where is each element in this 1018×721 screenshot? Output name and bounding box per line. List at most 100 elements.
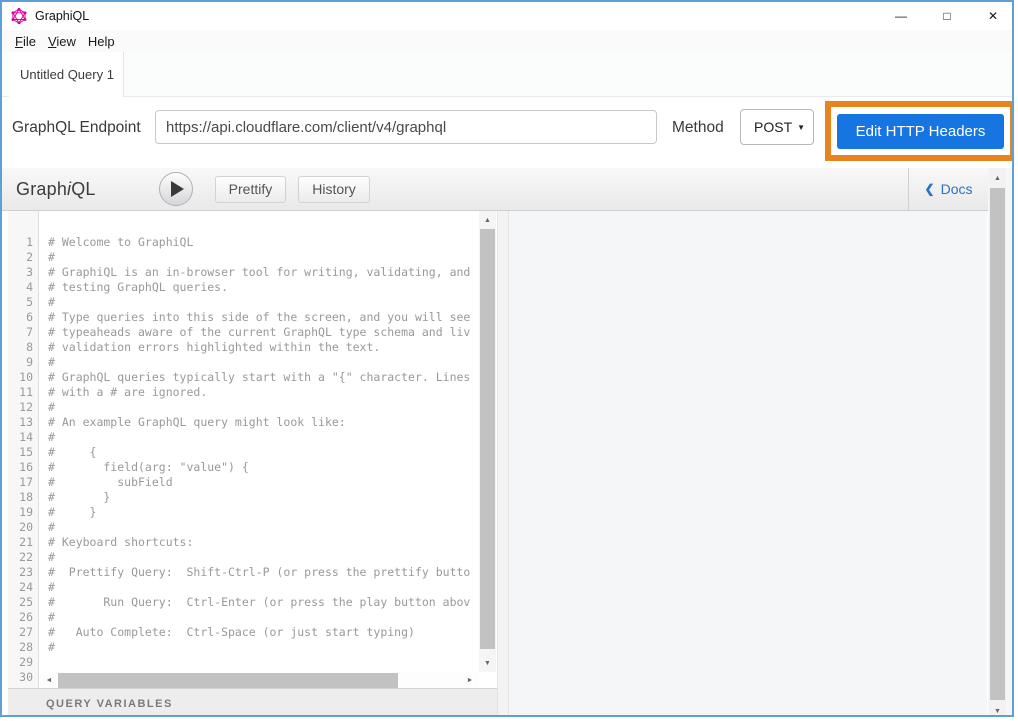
scroll-up-icon[interactable]: ▲ (989, 171, 1006, 185)
scroll-up-icon[interactable]: ▲ (479, 213, 496, 227)
code-line[interactable]: # An example GraphQL query might look li… (40, 415, 479, 430)
line-number: 25 (8, 595, 38, 610)
scroll-down-icon[interactable]: ▼ (479, 656, 496, 670)
line-number: 1 (8, 235, 38, 250)
code-line[interactable]: # typeaheads aware of the current GraphQ… (40, 325, 479, 340)
logo-part1: Graph (16, 179, 67, 199)
code-line[interactable]: # with a # are ignored. (40, 385, 479, 400)
query-variables-title: QUERY VARIABLES (46, 698, 173, 710)
code-line[interactable]: # (40, 400, 479, 415)
execute-query-button[interactable] (159, 172, 193, 206)
line-number: 13 (8, 415, 38, 430)
code-line[interactable]: # Prettify Query: Shift-Ctrl-P (or press… (40, 565, 479, 580)
code-line[interactable]: # testing GraphQL queries. (40, 280, 479, 295)
code-line[interactable]: # Run Query: Ctrl-Enter (or press the pl… (40, 595, 479, 610)
app-vertical-scrollbar[interactable]: ▲ ▼ (989, 168, 1006, 717)
menu-item-help[interactable]: Help (82, 32, 121, 51)
line-number: 7 (8, 325, 38, 340)
line-number: 19 (8, 505, 38, 520)
line-number: 14 (8, 430, 38, 445)
line-number: 20 (8, 520, 38, 535)
code-line[interactable]: # (40, 520, 479, 535)
line-number: 12 (8, 400, 38, 415)
code-line[interactable]: # } (40, 505, 479, 520)
docs-toggle[interactable]: ❮ Docs (908, 168, 988, 210)
line-number: 6 (8, 310, 38, 325)
query-variables-bar[interactable]: QUERY VARIABLES (8, 688, 497, 717)
editor-horizontal-scrollbar[interactable]: ◄ ► (40, 672, 479, 689)
code-line[interactable]: # (40, 640, 479, 655)
code-line[interactable]: # GraphQL queries typically start with a… (40, 370, 479, 385)
graphql-logo-icon (11, 8, 27, 24)
editor-vertical-scrollbar[interactable]: ▲ ▼ (479, 211, 496, 672)
line-number: 29 (8, 655, 38, 670)
scroll-left-icon[interactable]: ◄ (42, 672, 56, 689)
method-value: POST (754, 119, 792, 135)
line-number: 28 (8, 640, 38, 655)
menu-item-file[interactable]: File (9, 32, 42, 51)
edit-http-headers-button[interactable]: Edit HTTP Headers (837, 114, 1004, 149)
tab-bar: Untitled Query 1 (2, 52, 1014, 97)
code-line[interactable]: # Auto Complete: Ctrl-Space (or just sta… (40, 625, 479, 640)
code-line[interactable]: # GraphiQL is an in-browser tool for wri… (40, 265, 479, 280)
code-line[interactable]: # Welcome to GraphiQL (40, 235, 479, 250)
minimize-icon[interactable]: — (878, 2, 924, 30)
window-controls: — □ ✕ (878, 2, 1014, 30)
close-icon[interactable]: ✕ (970, 2, 1014, 30)
prettify-button[interactable]: Prettify (215, 176, 287, 203)
method-select[interactable]: POST ▼ (740, 109, 814, 145)
code-line[interactable]: # (40, 250, 479, 265)
code-line[interactable]: # } (40, 490, 479, 505)
code-line[interactable]: # (40, 580, 479, 595)
menu-view-rest: iew (56, 34, 76, 49)
code-line[interactable]: # Keyboard shortcuts: (40, 535, 479, 550)
endpoint-input[interactable] (155, 110, 657, 144)
line-number: 22 (8, 550, 38, 565)
title-bar: GraphiQL — □ ✕ (2, 2, 1014, 30)
line-number: 5 (8, 295, 38, 310)
code-line[interactable]: # (40, 610, 479, 625)
logo-part3: QL (71, 179, 95, 199)
menu-bar: File View Help (2, 30, 1014, 52)
endpoint-bar: GraphQL Endpoint Method POST ▼ Edit HTTP… (2, 98, 1014, 168)
maximize-icon[interactable]: □ (924, 2, 970, 30)
code-line[interactable]: # validation errors highlighted within t… (40, 340, 479, 355)
code-line[interactable]: # { (40, 445, 479, 460)
line-number: 30 (8, 670, 38, 685)
code-line[interactable]: # (40, 295, 479, 310)
pane-divider[interactable] (497, 211, 509, 717)
line-number: 9 (8, 355, 38, 370)
line-number: 21 (8, 535, 38, 550)
code-line[interactable] (40, 655, 479, 670)
line-number: 2 (8, 250, 38, 265)
graphiql-toolbar: GraphiQL Prettify History ❮ Docs (2, 168, 988, 211)
scroll-down-icon[interactable]: ▼ (989, 704, 1006, 717)
code-line[interactable]: # (40, 355, 479, 370)
editor-vscroll-thumb[interactable] (480, 229, 495, 649)
window-title: GraphiQL (35, 9, 89, 23)
code-line[interactable]: # Type queries into this side of the scr… (40, 310, 479, 325)
code-line[interactable]: # subField (40, 475, 479, 490)
menu-item-view[interactable]: View (42, 32, 82, 51)
editor-hscroll-thumb[interactable] (58, 673, 398, 688)
line-number: 18 (8, 490, 38, 505)
menu-help-rest: Help (88, 34, 115, 49)
annotation-highlight-box: Edit HTTP Headers (825, 101, 1014, 161)
line-number: 17 (8, 475, 38, 490)
tab-untitled-query-1[interactable]: Untitled Query 1 (9, 52, 124, 97)
play-icon (171, 181, 184, 197)
main-content: 1234567891011121314151617181920212223242… (2, 211, 1014, 717)
code-line[interactable]: # (40, 550, 479, 565)
app-vscroll-thumb[interactable] (990, 188, 1005, 700)
line-number: 3 (8, 265, 38, 280)
code-line[interactable]: # field(arg: "value") { (40, 460, 479, 475)
line-number: 10 (8, 370, 38, 385)
line-number: 11 (8, 385, 38, 400)
code-line[interactable]: # (40, 430, 479, 445)
scroll-right-icon[interactable]: ► (463, 672, 477, 689)
line-number: 8 (8, 340, 38, 355)
endpoint-label: GraphQL Endpoint (12, 119, 141, 137)
line-number: 16 (8, 460, 38, 475)
editor-lines[interactable]: # Welcome to GraphiQL## GraphiQL is an i… (40, 211, 479, 672)
history-button[interactable]: History (298, 176, 370, 203)
